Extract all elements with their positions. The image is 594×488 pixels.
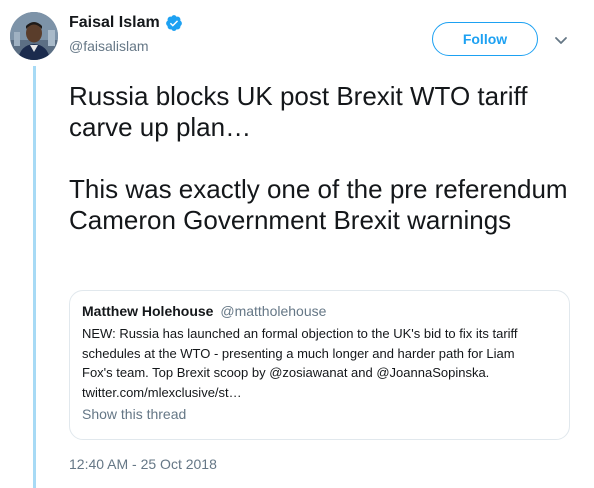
quoted-tweet-text: NEW: Russia has launched an formal objec… [82,324,560,402]
tweet-text: Russia blocks UK post Brexit WTO tariff … [69,81,579,267]
avatar-image [10,12,58,60]
chevron-down-icon[interactable] [553,34,569,46]
quoted-tweet-line: Fox's team. Top Brexit scoop by @zosiawa… [82,365,490,380]
show-thread-link[interactable]: Show this thread [82,405,557,423]
tweet-timestamp[interactable]: 12:40 AM - 25 Oct 2018 [69,455,217,473]
verified-badge-icon [165,14,183,32]
follow-button[interactable]: Follow [432,22,538,56]
quoted-tweet-link: twitter.com/mlexclusive/st… [82,384,242,400]
avatar[interactable] [10,12,58,60]
author-handle[interactable]: @faisalislam [69,37,149,55]
quoted-author-name: Matthew Holehouse [82,303,214,319]
author-name-row: Faisal Islam [69,12,183,33]
tweet-paragraph: Russia blocks UK post Brexit WTO tariff … [69,81,528,142]
quoted-author-handle: @mattholehouse [220,303,327,319]
quoted-tweet-line: NEW: Russia has launched an formal objec… [82,326,518,341]
quoted-tweet-header: Matthew Holehouse @mattholehouse [82,302,557,320]
quoted-tweet-line: schedules at the WTO - presenting a much… [82,345,515,361]
author-display-name[interactable]: Faisal Islam [69,12,160,33]
thread-connector-line [33,66,36,488]
tweet-paragraph: This was exactly one of the pre referend… [69,174,568,235]
quoted-tweet-card[interactable]: Matthew Holehouse @mattholehouse NEW: Ru… [69,290,570,440]
